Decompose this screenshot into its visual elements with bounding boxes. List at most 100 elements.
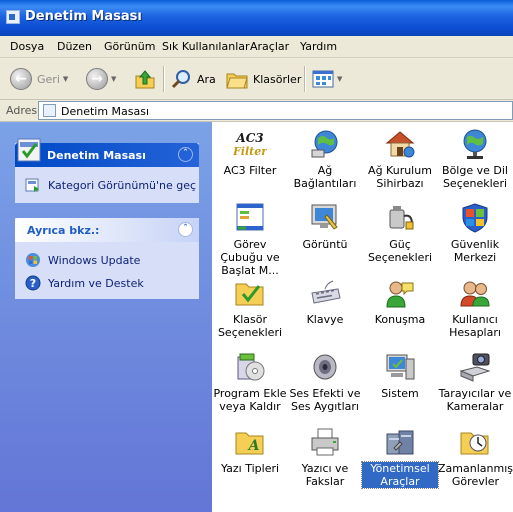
user-accounts-icon [460, 281, 490, 307]
see-also-title: Ayrıca bkz.: [27, 224, 100, 237]
back-arrow-icon: ← [10, 68, 32, 90]
item-network-setup-wizard[interactable]: Ağ Kurulum Sihirbazı [362, 128, 438, 190]
fonts-icon: A [235, 432, 264, 455]
control-panel-icon [17, 138, 41, 162]
window-title: Denetim Masası [25, 9, 142, 24]
help-support-link[interactable]: ? Yardım ve Destek [25, 275, 189, 291]
item-label: AC3 Filter [223, 164, 277, 177]
display-icon [311, 204, 338, 230]
svg-text:A: A [247, 438, 260, 454]
sounds-audio-icon [313, 354, 337, 380]
scheduled-tasks-icon [460, 432, 489, 455]
svg-text:Filter: Filter [233, 145, 267, 158]
taskbar-start-menu-icon [236, 203, 264, 231]
control-panel-panel-header[interactable]: Denetim Masası ˆ [15, 138, 199, 167]
item-label: Ses Efekti ve Ses Aygıtları [289, 387, 361, 413]
item-fonts[interactable]: A Yazı Tipleri [212, 426, 288, 475]
toolbar-separator [304, 66, 306, 92]
address-value: Denetim Masası [61, 105, 150, 118]
item-system[interactable]: Sistem [362, 351, 438, 400]
menu-help[interactable]: Yardım [300, 40, 337, 53]
forward-button[interactable]: → ▼ [86, 66, 116, 92]
control-panel-app-icon [6, 10, 20, 24]
menu-tools[interactable]: Araçlar [250, 40, 289, 53]
item-label: Yönetimsel Araçlar [361, 461, 439, 489]
folders-button[interactable]: Klasörler [226, 66, 301, 92]
svg-text:AC3: AC3 [235, 131, 263, 145]
item-region-language[interactable]: Bölge ve Dil Seçenekleri [437, 128, 513, 190]
item-sounds-audio[interactable]: Ses Efekti ve Ses Aygıtları [287, 351, 363, 413]
forward-arrow-icon: → [86, 68, 108, 90]
up-folder-button[interactable] [134, 66, 156, 92]
item-administrative-tools[interactable]: Yönetimsel Araçlar [361, 426, 439, 489]
item-keyboard[interactable]: Klavye [287, 277, 363, 326]
item-security-center[interactable]: Güvenlik Merkezi [437, 202, 513, 264]
security-center-icon [462, 203, 488, 233]
back-button[interactable]: ← Geri ▼ [10, 66, 68, 92]
item-display[interactable]: Görüntü [287, 202, 363, 251]
item-folder-options[interactable]: Klasör Seçenekleri [212, 277, 288, 339]
folders-label: Klasörler [253, 72, 302, 86]
see-also-panel: Ayrıca bkz.: ˆ Windows Update ? Yardım v… [15, 218, 199, 299]
task-pane: Denetim Masası ˆ Kategori Görünümü'ne ge… [0, 122, 212, 512]
switch-category-view-label: Kategori Görünümü'ne geç [48, 178, 197, 192]
item-network-connections[interactable]: Ağ Bağlantıları [287, 128, 363, 190]
item-label: Güç Seçenekleri [367, 238, 433, 264]
switch-category-view-link[interactable]: Kategori Görünümü'ne geç [25, 177, 196, 193]
item-user-accounts[interactable]: Kullanıcı Hesapları [437, 277, 513, 339]
menu-edit[interactable]: Düzen [57, 40, 92, 53]
item-label: Konuşma [374, 313, 426, 326]
chevron-down-icon: ▼ [111, 75, 117, 83]
windows-update-label: Windows Update [48, 253, 141, 267]
menu-file[interactable]: Dosya [10, 40, 44, 53]
menu-view[interactable]: Görünüm [104, 40, 155, 53]
item-label: Ağ Bağlantıları [293, 164, 357, 190]
menu-favorites[interactable]: Sık Kullanılanlar [162, 40, 250, 53]
item-taskbar-start-menu[interactable]: Görev Çubuğu ve Başlat M... [212, 202, 288, 277]
help-support-label: Yardım ve Destek [48, 276, 144, 290]
control-panel-icon [43, 104, 56, 117]
views-button[interactable]: ▼ [312, 66, 342, 92]
item-label: Görev Çubuğu ve Başlat M... [220, 238, 280, 277]
item-label: Yazıcı ve Fakslar [301, 462, 349, 488]
item-add-remove-programs[interactable]: Program Ekle veya Kaldır [212, 351, 288, 413]
control-panel-panel-body: Kategori Görünümü'ne geç [15, 167, 199, 203]
address-field[interactable]: Denetim Masası [38, 101, 513, 120]
item-label: Zamanlanmış Görevler [438, 462, 513, 488]
system-icon [386, 354, 415, 380]
back-label: Geri [37, 72, 60, 86]
chevron-down-icon: ▼ [62, 75, 69, 83]
item-power-options[interactable]: Güç Seçenekleri [362, 202, 438, 264]
item-label: Görüntü [302, 238, 348, 251]
see-also-panel-header[interactable]: Ayrıca bkz.: ˆ [15, 218, 199, 242]
control-panel-panel-title: Denetim Masası [47, 149, 146, 162]
address-bar: Adres Denetim Masası [0, 100, 513, 122]
search-button[interactable]: Ara [170, 66, 216, 92]
item-label: Yazı Tipleri [220, 462, 280, 475]
item-printers-faxes[interactable]: Yazıcı ve Fakslar [287, 426, 363, 488]
item-label: Kullanıcı Hesapları [449, 313, 501, 339]
collapse-chevron-icon[interactable]: ˆ [178, 147, 193, 162]
power-options-icon [389, 206, 414, 230]
item-label: Klasör Seçenekleri [217, 313, 283, 339]
item-speech[interactable]: Konuşma [362, 277, 438, 326]
administrative-tools-icon [386, 430, 414, 455]
item-label: Tarayıcılar ve Kameralar [438, 387, 512, 413]
windows-update-link[interactable]: Windows Update [25, 252, 189, 268]
folder-options-icon [235, 283, 264, 306]
network-setup-wizard-icon [385, 131, 415, 158]
category-view-icon [25, 178, 39, 192]
item-label: Güvenlik Merkezi [450, 238, 500, 264]
toolbar: ← Geri ▼ → ▼ Ara Klasörler ▼ [0, 58, 513, 100]
network-connections-icon [311, 130, 338, 158]
menu-bar: Dosya Düzen Görünüm Sık Kullanılanlar Ar… [0, 36, 513, 58]
region-language-icon [463, 129, 487, 159]
ac3-filter-icon: AC3 Filter [233, 131, 267, 158]
collapse-chevron-icon[interactable]: ˆ [178, 222, 193, 237]
views-icon [312, 70, 334, 88]
item-scheduled-tasks[interactable]: Zamanlanmış Görevler [437, 426, 513, 488]
item-scanners-cameras[interactable]: Tarayıcılar ve Kameralar [437, 351, 513, 413]
scanners-cameras-icon [459, 353, 491, 382]
title-bar[interactable]: Denetim Masası [0, 0, 513, 36]
item-ac3-filter[interactable]: AC3 Filter AC3 Filter [212, 128, 288, 177]
